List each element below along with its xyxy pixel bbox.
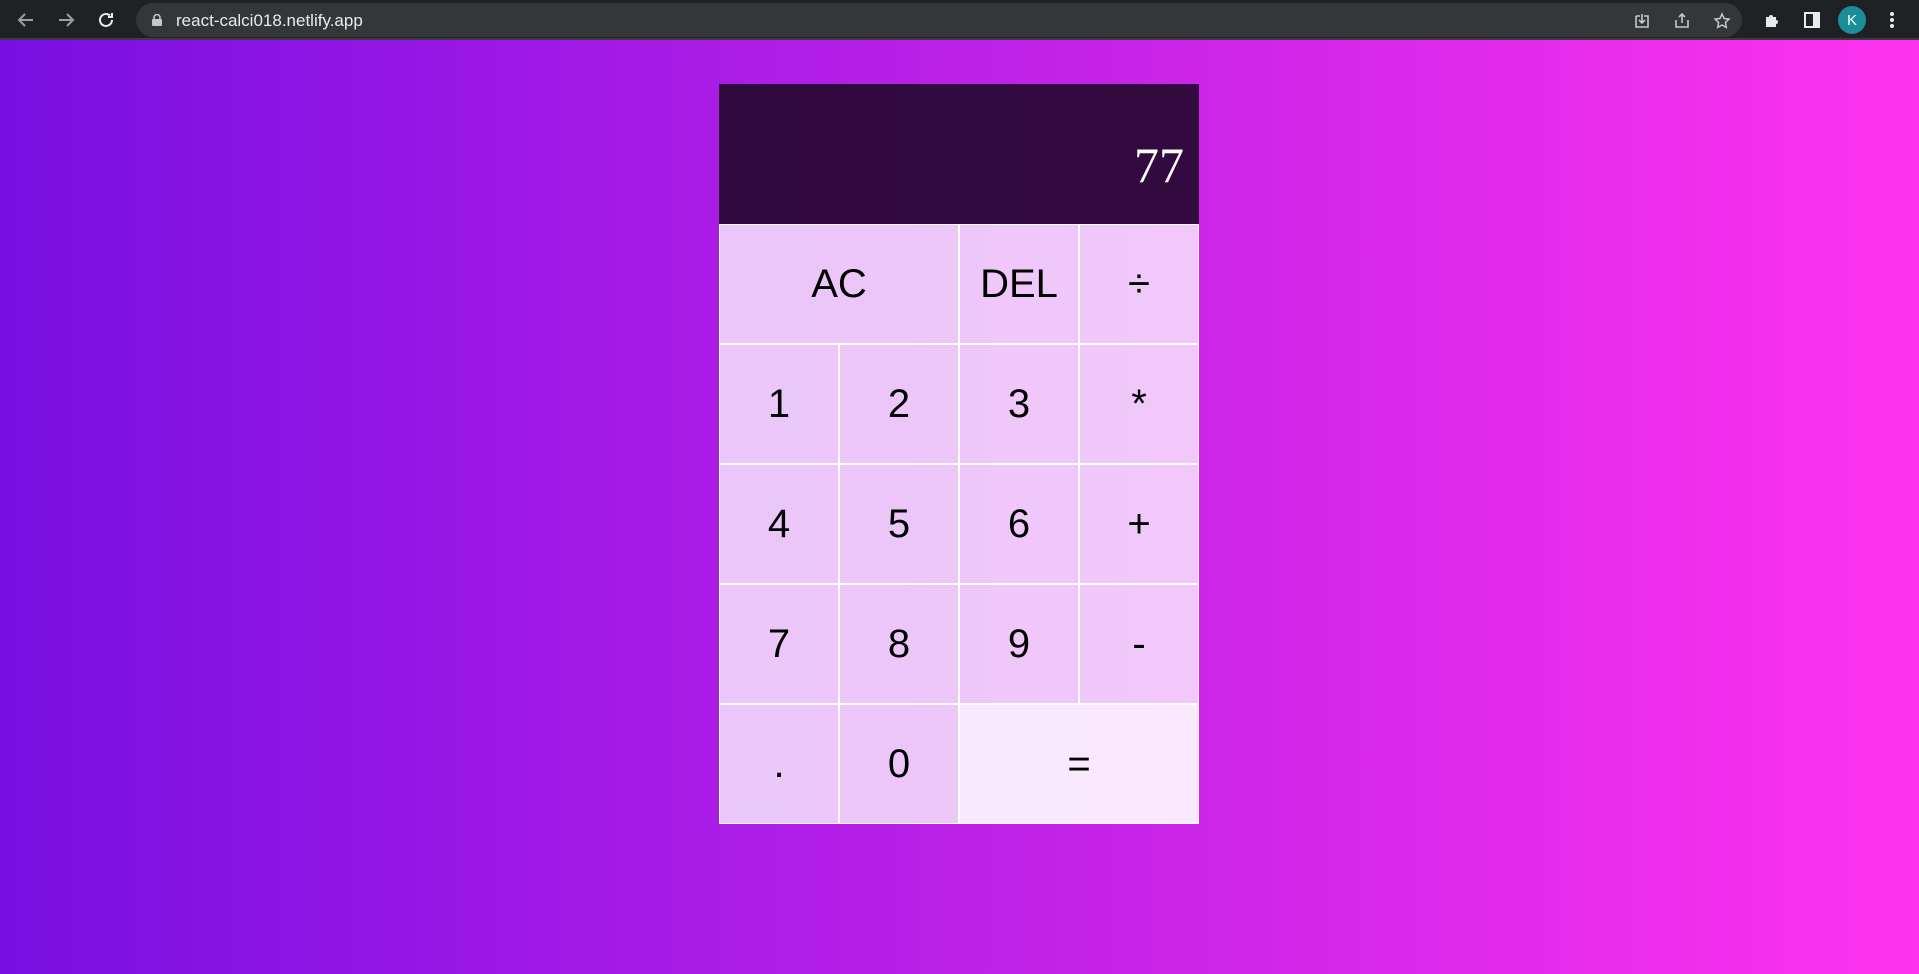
digit-3-button[interactable]: 3: [959, 344, 1079, 464]
page-background: 77 AC DEL ÷ 1 2 3 * 4 5 6 + 7 8 9 - . 0 …: [0, 40, 1919, 974]
digit-7-button[interactable]: 7: [719, 584, 839, 704]
url-text[interactable]: react-calci018.netlify.app: [176, 11, 363, 31]
display-value: 77: [1134, 137, 1184, 193]
digit-6-button[interactable]: 6: [959, 464, 1079, 584]
digit-2-button[interactable]: 2: [839, 344, 959, 464]
clear-all-button[interactable]: AC: [719, 224, 959, 344]
reload-icon: [99, 12, 113, 27]
back-button[interactable]: [12, 6, 40, 34]
arrow-right-icon: [59, 13, 75, 27]
delete-button[interactable]: DEL: [959, 224, 1079, 344]
arrow-left-icon: [17, 13, 33, 27]
digit-8-button[interactable]: 8: [839, 584, 959, 704]
digit-0-button[interactable]: 0: [839, 704, 959, 824]
side-panel-icon[interactable]: [1800, 8, 1824, 32]
keypad: AC DEL ÷ 1 2 3 * 4 5 6 + 7 8 9 - . 0 =: [719, 224, 1199, 824]
multiply-button[interactable]: *: [1079, 344, 1199, 464]
digit-1-button[interactable]: 1: [719, 344, 839, 464]
minus-button[interactable]: -: [1079, 584, 1199, 704]
share-icon[interactable]: [1671, 10, 1693, 32]
forward-button[interactable]: [52, 6, 80, 34]
equals-button[interactable]: =: [959, 704, 1199, 824]
plus-button[interactable]: +: [1079, 464, 1199, 584]
lock-icon: [152, 14, 162, 26]
bookmark-star-icon[interactable]: [1711, 10, 1733, 32]
profile-avatar[interactable]: K: [1838, 6, 1866, 34]
calculator: 77 AC DEL ÷ 1 2 3 * 4 5 6 + 7 8 9 - . 0 …: [719, 84, 1199, 824]
install-app-icon[interactable]: [1631, 10, 1653, 32]
decimal-point-button[interactable]: .: [719, 704, 839, 824]
digit-9-button[interactable]: 9: [959, 584, 1079, 704]
extensions-icon[interactable]: [1760, 8, 1784, 32]
digit-4-button[interactable]: 4: [719, 464, 839, 584]
calculator-display: 77: [719, 84, 1199, 224]
divide-button[interactable]: ÷: [1079, 224, 1199, 344]
browser-toolbar: react-calci018.netlify.app K: [0, 0, 1919, 40]
digit-5-button[interactable]: 5: [839, 464, 959, 584]
more-menu-icon[interactable]: [1880, 8, 1904, 32]
reload-button[interactable]: [92, 6, 120, 34]
address-bar[interactable]: react-calci018.netlify.app: [136, 3, 1742, 37]
